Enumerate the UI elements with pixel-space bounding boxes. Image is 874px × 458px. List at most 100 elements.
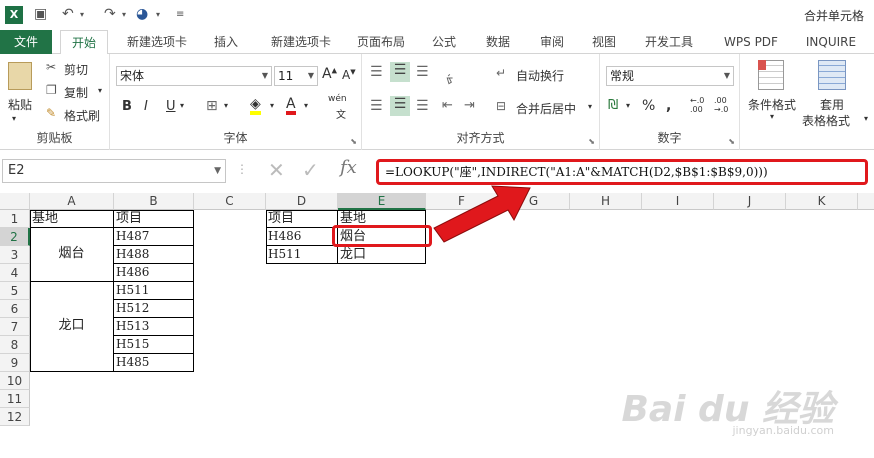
- cell-d3[interactable]: H511: [266, 246, 338, 264]
- cut-button[interactable]: 剪切: [64, 61, 88, 78]
- conditional-format-button[interactable]: 条件格式: [748, 96, 796, 113]
- font-size-select[interactable]: 11 ▼: [274, 66, 318, 86]
- column-header-d[interactable]: D: [266, 193, 338, 210]
- tab-home[interactable]: 开始: [60, 30, 108, 55]
- column-header-a[interactable]: A: [30, 193, 114, 210]
- row-header-8[interactable]: 8: [0, 336, 30, 354]
- undo-icon[interactable]: ↶: [62, 6, 74, 22]
- format-painter-button[interactable]: 格式刷: [64, 107, 100, 124]
- decrease-font-icon[interactable]: A▼: [342, 68, 356, 82]
- column-header-b[interactable]: B: [114, 193, 194, 210]
- border-dropdown-icon[interactable]: ▾: [224, 101, 228, 110]
- tab-file[interactable]: 文件: [0, 30, 52, 54]
- underline-dropdown-icon[interactable]: ▾: [180, 101, 184, 110]
- cell-a1[interactable]: 基地: [30, 210, 114, 228]
- cell-a5-merged[interactable]: 龙口: [30, 282, 114, 372]
- insert-function-icon[interactable]: fx: [340, 157, 357, 178]
- confirm-icon[interactable]: ✓: [302, 158, 319, 182]
- conditional-format-dropdown-icon[interactable]: ▾: [770, 112, 774, 121]
- number-format-select[interactable]: 常规 ▼: [606, 66, 734, 86]
- tab-review[interactable]: 审阅: [530, 30, 574, 54]
- pie-chart-icon[interactable]: ◕: [136, 6, 148, 22]
- cancel-icon[interactable]: ✕: [268, 158, 285, 182]
- dialog-launcher-icon[interactable]: ⬊: [350, 137, 357, 146]
- column-header-l[interactable]: [858, 193, 874, 210]
- font-color-icon[interactable]: A: [286, 97, 296, 115]
- orientation-icon[interactable]: ᢠ: [446, 64, 453, 87]
- paste-dropdown-icon[interactable]: ▾: [12, 114, 16, 123]
- bold-icon[interactable]: B: [122, 99, 132, 114]
- tab-new-1[interactable]: 新建选项卡: [116, 30, 198, 54]
- wrap-text-button[interactable]: 自动换行: [516, 67, 564, 84]
- phonetic-icon[interactable]: wén: [328, 94, 347, 104]
- cell-b8[interactable]: H515: [114, 336, 194, 354]
- row-header-11[interactable]: 11: [0, 390, 30, 408]
- currency-icon[interactable]: ₪: [608, 98, 618, 113]
- row-header-9[interactable]: 9: [0, 354, 30, 372]
- tab-formulas[interactable]: 公式: [422, 30, 466, 54]
- redo-dropdown-icon[interactable]: ▾: [122, 10, 126, 19]
- copy-button[interactable]: 复制: [64, 84, 88, 101]
- cell-d2[interactable]: H486: [266, 228, 338, 246]
- save-icon[interactable]: ▣: [34, 6, 47, 22]
- underline-icon[interactable]: U: [166, 99, 176, 114]
- cell-b4[interactable]: H486: [114, 264, 194, 282]
- cell-b5[interactable]: H511: [114, 282, 194, 300]
- customize-qat-icon[interactable]: ≡: [176, 9, 184, 20]
- increase-decimal-icon[interactable]: ←.0.00: [690, 96, 704, 114]
- tab-new-2[interactable]: 新建选项卡: [260, 30, 342, 54]
- row-header-4[interactable]: 4: [0, 264, 30, 282]
- decrease-indent-icon[interactable]: ⇤: [442, 98, 453, 113]
- fill-color-icon[interactable]: ◈: [250, 97, 261, 115]
- tab-view[interactable]: 视图: [584, 30, 624, 54]
- tab-developer[interactable]: 开发工具: [636, 30, 702, 54]
- name-box[interactable]: E2 ▼: [2, 159, 226, 183]
- decrease-decimal-icon[interactable]: .00 →.0: [714, 96, 728, 114]
- align-bottom-icon[interactable]: ☰: [416, 64, 429, 80]
- cell-b9[interactable]: H485: [114, 354, 194, 372]
- redo-icon[interactable]: ↷: [104, 6, 116, 22]
- row-header-5[interactable]: 5: [0, 282, 30, 300]
- cell-b1[interactable]: 项目: [114, 210, 194, 228]
- align-middle-icon[interactable]: ☰: [390, 62, 410, 82]
- currency-dropdown-icon[interactable]: ▾: [626, 101, 630, 110]
- dialog-launcher-icon[interactable]: ⬊: [728, 137, 735, 146]
- align-top-icon[interactable]: ☰: [370, 64, 383, 80]
- font-color-dropdown-icon[interactable]: ▾: [304, 101, 308, 110]
- copy-dropdown-icon[interactable]: ▾: [98, 86, 102, 95]
- cell-b6[interactable]: H512: [114, 300, 194, 318]
- row-header-6[interactable]: 6: [0, 300, 30, 318]
- row-header-3[interactable]: 3: [0, 246, 30, 264]
- increase-font-icon[interactable]: A▲: [322, 66, 337, 82]
- paste-button[interactable]: 粘贴: [8, 96, 32, 113]
- column-header-h[interactable]: H: [570, 193, 642, 210]
- align-center-icon[interactable]: ☰: [390, 96, 410, 116]
- border-icon[interactable]: ⊞: [206, 98, 218, 114]
- cell-b3[interactable]: H488: [114, 246, 194, 264]
- comma-icon[interactable]: ,: [666, 98, 671, 114]
- fill-dropdown-icon[interactable]: ▾: [270, 101, 274, 110]
- chart-dropdown-icon[interactable]: ▾: [156, 10, 160, 19]
- percent-icon[interactable]: %: [642, 98, 655, 114]
- increase-indent-icon[interactable]: ⇥: [464, 98, 475, 113]
- cell-b7[interactable]: H513: [114, 318, 194, 336]
- font-name-select[interactable]: 宋体 ▼: [116, 66, 272, 86]
- italic-icon[interactable]: I: [144, 99, 148, 114]
- tab-page-layout[interactable]: 页面布局: [350, 30, 412, 54]
- column-header-e[interactable]: E: [338, 193, 426, 210]
- column-header-j[interactable]: J: [714, 193, 786, 210]
- undo-dropdown-icon[interactable]: ▾: [80, 10, 84, 19]
- cell-e3[interactable]: 龙口: [338, 246, 426, 264]
- row-header-10[interactable]: 10: [0, 372, 30, 390]
- paste-icon[interactable]: [8, 62, 32, 90]
- row-header-2[interactable]: 2: [0, 228, 30, 246]
- align-left-icon[interactable]: ☰: [370, 98, 383, 114]
- align-right-icon[interactable]: ☰: [416, 98, 429, 114]
- cell-a2-merged[interactable]: 烟台: [30, 228, 114, 282]
- table-format-dropdown-icon[interactable]: ▾: [864, 114, 868, 123]
- column-header-i[interactable]: I: [642, 193, 714, 210]
- merge-center-button[interactable]: 合并后居中: [516, 100, 576, 117]
- tab-wps-pdf[interactable]: WPS PDF: [714, 30, 788, 54]
- table-format-label-2[interactable]: 表格格式: [802, 112, 850, 129]
- select-all-corner[interactable]: [0, 193, 30, 210]
